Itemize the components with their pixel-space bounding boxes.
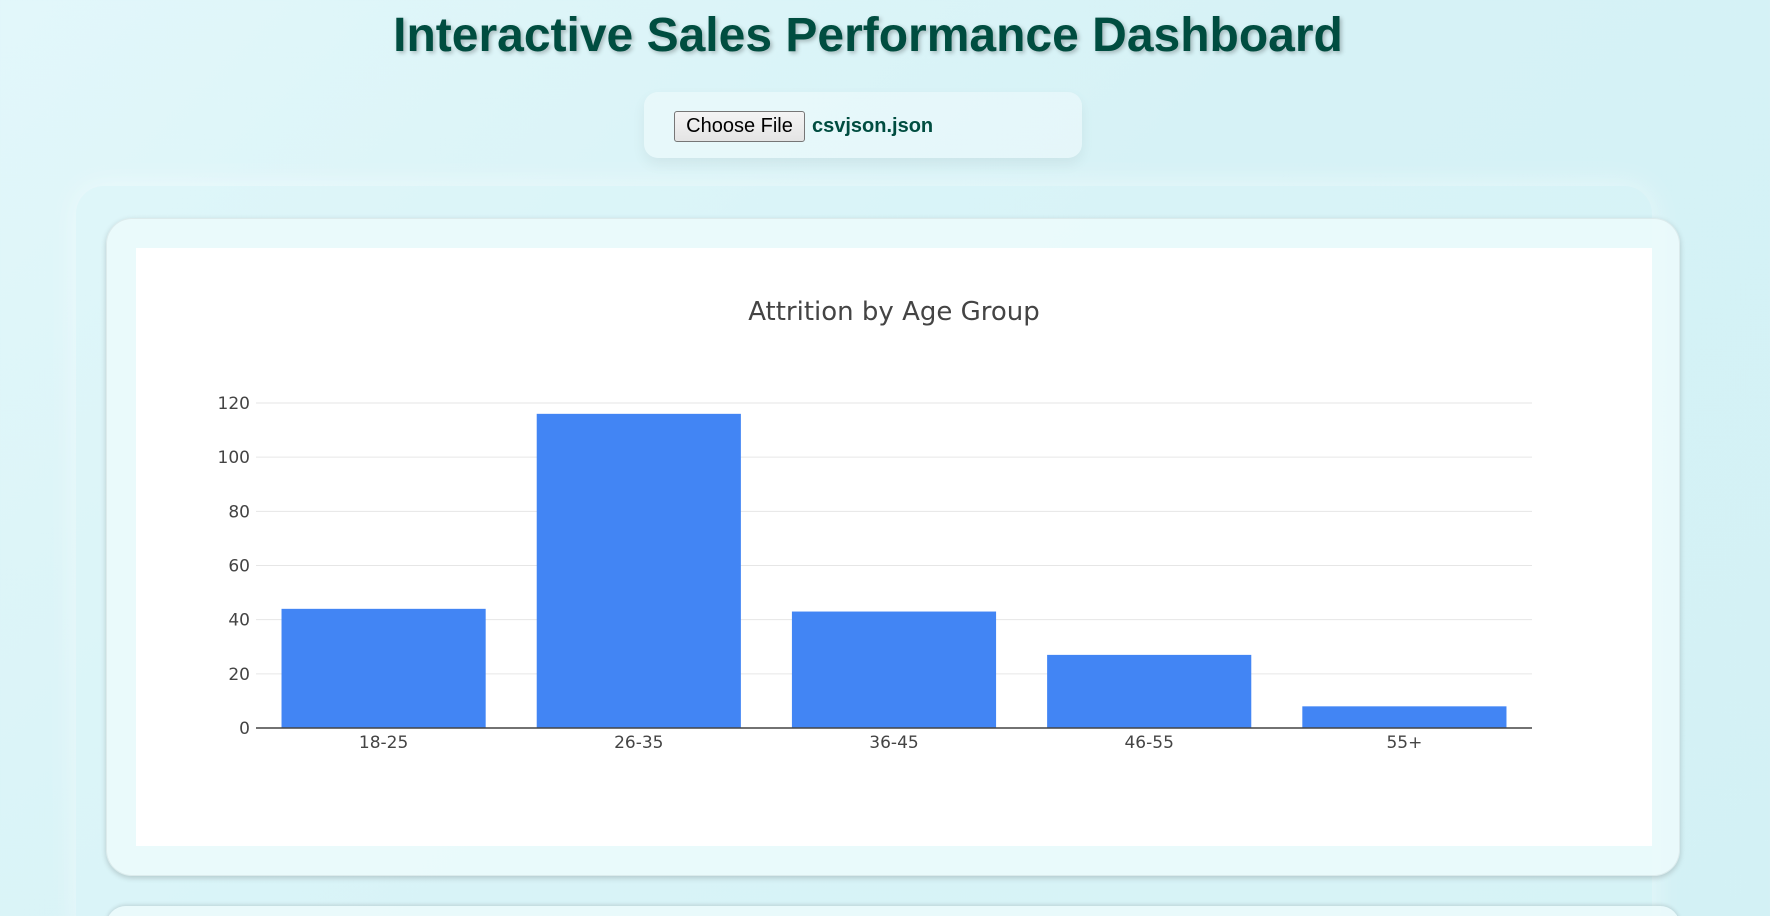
- bar-55+[interactable]: [1302, 706, 1507, 728]
- x-tick-label: 18-25: [359, 733, 408, 753]
- chart-bars: [281, 413, 1507, 728]
- x-axis-ticks: 18-25 26-35 36-45 46-55 55+: [359, 733, 1422, 753]
- second-chart-card: [106, 906, 1680, 916]
- x-tick-label: 26-35: [614, 733, 663, 753]
- chart-title: Attrition by Age Group: [748, 297, 1040, 327]
- bar-46-55[interactable]: [1047, 654, 1252, 728]
- y-tick-label: 0: [239, 719, 250, 739]
- bar-36-45[interactable]: [791, 611, 997, 728]
- y-tick-label: 40: [228, 611, 250, 631]
- selected-file-name: csvjson.json: [812, 115, 934, 137]
- y-tick-label: 100: [218, 448, 250, 468]
- y-tick-label: 120: [218, 394, 250, 414]
- y-tick-label: 80: [228, 502, 250, 522]
- file-upload-panel: Choose File csvjson.json: [644, 92, 1082, 158]
- y-tick-label: 20: [228, 665, 250, 685]
- attrition-chart[interactable]: Attrition by Age Group 0 20 40 60 80 100 120 1…: [136, 248, 1652, 846]
- page-title: Interactive Sales Performance Dashboard: [393, 9, 1343, 62]
- attrition-chart-svg: Attrition by Age Group 0 20 40 60 80 100 120 1…: [218, 297, 1532, 753]
- x-tick-label: 36-45: [869, 733, 918, 753]
- bar-26-35[interactable]: [536, 413, 741, 728]
- y-tick-label: 60: [228, 557, 250, 577]
- y-axis-ticks: 0 20 40 60 80 100 120: [218, 394, 250, 739]
- bar-18-25[interactable]: [281, 608, 486, 728]
- x-tick-label: 46-55: [1124, 733, 1173, 753]
- choose-file-button[interactable]: Choose File: [674, 111, 805, 142]
- x-tick-label: 55+: [1386, 733, 1422, 753]
